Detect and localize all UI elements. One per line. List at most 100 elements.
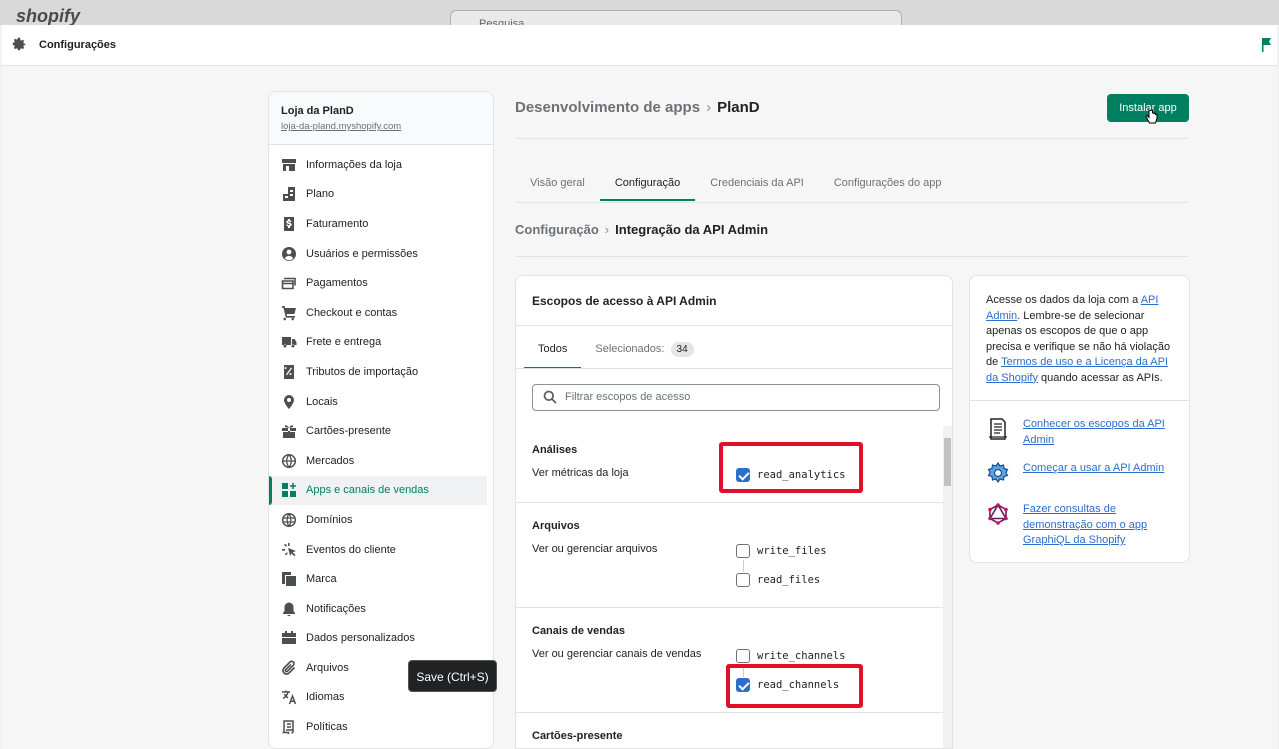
highlight-box	[719, 442, 863, 493]
language-icon	[282, 690, 297, 705]
resource-link[interactable]: Começar a usar a API Admin	[1023, 461, 1164, 477]
scope-read-files[interactable]: read_files	[736, 573, 820, 587]
sidebar-item-taxes[interactable]: Tributos de importação	[269, 357, 493, 387]
info-card: Acesse os dados da loja com a API Admin.…	[969, 275, 1190, 563]
tab-app-settings[interactable]: Configurações do app	[819, 171, 957, 201]
resource-scopes[interactable]: Conhecer os escopos da API Admin	[986, 417, 1176, 448]
sidebar-item-label: Plano	[306, 188, 335, 201]
info-text-part: Acesse os dados da loja com a	[986, 294, 1141, 306]
tab-selected-scopes[interactable]: Selecionados: 34	[581, 338, 707, 369]
scope-write-channels[interactable]: write_channels	[736, 649, 846, 663]
sidebar-item-label: Pagamentos	[306, 277, 368, 290]
divider	[516, 607, 944, 608]
store-url[interactable]: loja-da-pland.myshopify.com	[281, 121, 481, 132]
resource-link[interactable]: Conhecer os escopos da API Admin	[1023, 417, 1176, 448]
sidebar-item-label: Faturamento	[306, 217, 369, 230]
sidebar-item-label: Marca	[306, 573, 337, 586]
scopes-card: Escopos de acesso à API Admin Todos Sele…	[515, 275, 953, 749]
data-icon	[282, 631, 296, 645]
sidebar-item-brand[interactable]: Marca	[269, 564, 493, 594]
sidebar-item-store-info[interactable]: Informações da loja	[269, 150, 493, 180]
highlight-box	[726, 664, 863, 708]
sidebar-item-customer-events[interactable]: Eventos do cliente	[269, 535, 493, 565]
modal-title: Configurações	[39, 39, 117, 51]
sidebar-item-locations[interactable]: Locais	[269, 387, 493, 417]
checkbox[interactable]	[736, 649, 750, 663]
scope-write-files[interactable]: write_files	[736, 544, 827, 558]
policy-icon	[282, 720, 294, 735]
sub-breadcrumb: Configuração › Integração da API Admin	[515, 222, 768, 237]
sidebar-item-users[interactable]: Usuários e permissões	[269, 239, 493, 269]
scrollbar-thumb[interactable]	[944, 438, 951, 486]
divider	[970, 400, 1189, 401]
location-icon	[284, 394, 294, 409]
gear-icon	[12, 37, 26, 51]
tab-selected-label: Selecionados:	[595, 343, 665, 355]
sidebar-item-checkout[interactable]: Checkout e contas	[269, 298, 493, 328]
sidebar-item-gift-cards[interactable]: Cartões-presente	[269, 416, 493, 446]
resource-link[interactable]: Fazer consultas de demonstração com o ap…	[1023, 502, 1176, 549]
cart-icon	[282, 305, 296, 321]
sidebar-item-label: Checkout e contas	[306, 306, 398, 319]
tab-all-scopes[interactable]: Todos	[524, 338, 582, 369]
sidebar-item-plan[interactable]: Plano	[269, 180, 493, 210]
sidebar-item-domains[interactable]: Domínios	[269, 505, 493, 535]
store-name: Loja da PlanD	[281, 105, 354, 117]
section-heading: Cartões-presente	[532, 730, 623, 742]
checkbox[interactable]	[736, 573, 750, 587]
app-tabs: Visão geral Configuração Credenciais da …	[515, 171, 956, 201]
user-icon	[282, 246, 296, 261]
scopes-card-title: Escopos de acesso à API Admin	[532, 294, 717, 308]
filter-scopes-input[interactable]: Filtrar escopos de acesso	[532, 384, 940, 411]
document-icon	[989, 418, 1007, 440]
resource-graphiql[interactable]: Fazer consultas de demonstração com o ap…	[986, 502, 1176, 549]
section-description: Ver ou gerenciar arquivos	[532, 543, 658, 555]
sub-breadcrumb-parent[interactable]: Configuração	[515, 222, 599, 237]
domain-icon	[281, 512, 297, 527]
payments-icon	[281, 277, 296, 290]
filter-placeholder: Filtrar escopos de acesso	[565, 391, 691, 403]
checkbox[interactable]	[736, 544, 750, 558]
billing-icon	[284, 216, 294, 231]
selected-count-badge: 34	[670, 342, 694, 357]
tax-icon	[284, 364, 294, 379]
graphql-icon	[988, 503, 1008, 525]
background-topbar: shopify Pesquisa	[0, 0, 1279, 25]
sub-breadcrumb-current: Integração da API Admin	[615, 222, 769, 237]
flag-icon[interactable]	[1261, 37, 1273, 53]
scope-label: read_files	[757, 574, 821, 586]
divider	[516, 325, 952, 326]
scope-section-channels: Canais de vendas Ver ou gerenciar canais…	[532, 625, 932, 660]
sidebar-item-notifications[interactable]: Notificações	[269, 594, 493, 624]
tab-overview[interactable]: Visão geral	[515, 171, 600, 201]
sidebar-item-label: Usuários e permissões	[306, 247, 418, 260]
scrollbar[interactable]	[943, 426, 952, 748]
sidebar-item-label: Mercados	[306, 454, 355, 467]
sidebar-item-markets[interactable]: Mercados	[269, 446, 493, 476]
sidebar-item-billing[interactable]: Faturamento	[269, 209, 493, 239]
modal-header: Configurações	[2, 25, 1277, 66]
section-description: Ver ou gerenciar canais de vendas	[532, 648, 702, 660]
sidebar-item-apps[interactable]: Apps e canais de vendas	[269, 475, 487, 506]
divider	[515, 138, 1189, 139]
sidebar-item-label: Informações da loja	[306, 158, 402, 171]
settings-sidebar: Loja da PlanD loja-da-pland.myshopify.co…	[268, 91, 494, 749]
breadcrumb-current: PlanD	[717, 99, 760, 116]
section-heading: Canais de vendas	[532, 625, 625, 637]
save-tooltip: Save (Ctrl+S)	[408, 660, 497, 692]
sidebar-item-label: Dados personalizados	[306, 632, 415, 645]
sidebar-item-policies[interactable]: Políticas	[269, 712, 493, 742]
divider	[515, 202, 1189, 203]
sidebar-item-label: Políticas	[306, 721, 348, 734]
scope-tabs: Todos Selecionados: 34	[524, 338, 708, 369]
bell-icon	[283, 602, 295, 616]
breadcrumb-parent[interactable]: Desenvolvimento de apps	[515, 99, 700, 116]
divider	[515, 256, 1189, 257]
tab-configuration[interactable]: Configuração	[599, 171, 696, 201]
tab-api-credentials[interactable]: Credenciais da API	[695, 171, 819, 201]
sidebar-item-shipping[interactable]: Frete e entrega	[269, 328, 493, 358]
sidebar-item-payments[interactable]: Pagamentos	[269, 268, 493, 298]
resource-getting-started[interactable]: Começar a usar a API Admin	[986, 461, 1176, 485]
sidebar-item-custom-data[interactable]: Dados personalizados	[269, 624, 493, 654]
store-icon	[282, 158, 296, 171]
